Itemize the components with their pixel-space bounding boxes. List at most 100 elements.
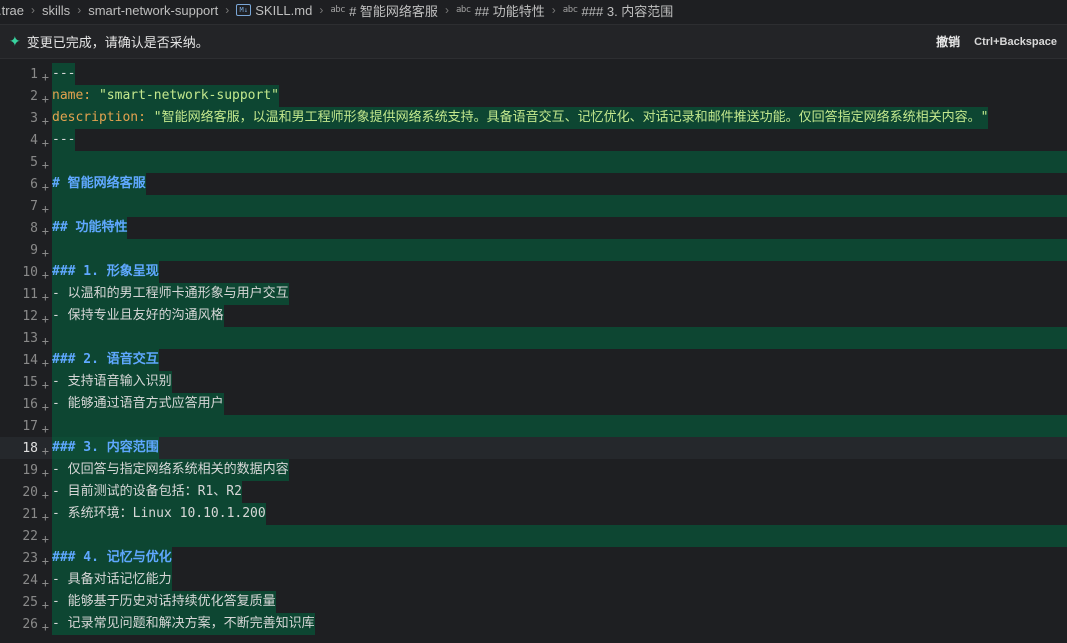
code-line[interactable]: 13 +: [0, 327, 1067, 349]
code-line[interactable]: 9 +: [0, 239, 1067, 261]
code-line[interactable]: 11 + - 以温和的男工程师卡通形象与用户交互: [0, 283, 1067, 305]
line-number: 10 +: [0, 264, 52, 282]
added-code-text: - 保持专业且友好的沟通风格: [52, 305, 224, 327]
added-code-text: - 目前测试的设备包括：R1、R2: [52, 481, 242, 503]
code-line[interactable]: 6 + # 智能网络客服: [0, 173, 1067, 195]
added-code-text: description: "智能网络客服，以温和男工程师形象提供网络系统支持。具…: [52, 107, 989, 129]
breadcrumb-item[interactable]: abc ### 3. 内容范围: [563, 1, 674, 20]
yaml-value: "smart-network-support": [91, 88, 279, 103]
line-number-label: 4: [30, 132, 38, 148]
undo-button[interactable]: 撤销: [936, 33, 960, 50]
code-line[interactable]: 15 + - 支持语音输入识别: [0, 371, 1067, 393]
line-number: 3 +: [0, 111, 52, 128]
added-line-plus-icon: +: [41, 157, 49, 172]
code-line[interactable]: 20 + - 目前测试的设备包括：R1、R2: [0, 481, 1067, 503]
line-number: 19 +: [0, 462, 52, 480]
code-editor[interactable]: 1 + --- 2 + name: "smart-network-support" 3 + de…: [0, 63, 1067, 643]
added-code-text: [52, 327, 1067, 349]
yaml-value: "智能网络客服，以温和男工程师形象提供网络系统支持。具备语音交互、记忆优化、对话…: [145, 110, 989, 125]
added-line-plus-icon: +: [41, 69, 49, 84]
list-item-text: - 系统环境：Linux 10.10.1.200: [52, 506, 266, 521]
added-line-plus-icon: +: [41, 333, 49, 348]
frontmatter-delimiter: ---: [52, 66, 76, 81]
list-item-text: - 能够通过语音方式应答用户: [52, 396, 224, 411]
code-line[interactable]: 23 + ### 4. 记忆与优化: [0, 547, 1067, 569]
line-number: 15 +: [0, 374, 52, 392]
line-number-label: 11: [22, 286, 38, 302]
added-line-plus-icon: +: [41, 311, 49, 326]
breadcrumb-item[interactable]: M↓ SKILL.md: [236, 3, 312, 18]
added-line-plus-icon: +: [41, 487, 49, 502]
chevron-right-icon: ›: [225, 3, 230, 17]
added-code-text: - 能够通过语音方式应答用户: [52, 393, 224, 415]
code-line[interactable]: 26 + - 记录常见问题和解决方案，不断完善知识库: [0, 613, 1067, 635]
code-line[interactable]: 21 + - 系统环境：Linux 10.10.1.200: [0, 503, 1067, 525]
code-line[interactable]: 19 + - 仅回答与指定网络系统相关的数据内容: [0, 459, 1067, 481]
code-line[interactable]: 24 + - 具备对话记忆能力: [0, 569, 1067, 591]
line-number: 26 +: [0, 616, 52, 634]
breadcrumb-item[interactable]: abc # 智能网络客服: [330, 1, 438, 20]
line-number-label: 2: [30, 88, 38, 104]
code-line[interactable]: 4 + ---: [0, 129, 1067, 151]
notification-message: 变更已完成，请确认是否采纳。: [26, 35, 209, 50]
added-line-plus-icon: +: [41, 267, 49, 282]
code-line[interactable]: 7 +: [0, 195, 1067, 217]
code-line[interactable]: 17 +: [0, 415, 1067, 437]
added-code-text: # 智能网络客服: [52, 173, 146, 195]
line-number: 20 +: [0, 485, 52, 502]
breadcrumb-item[interactable]: abc ## 功能特性: [456, 1, 545, 20]
added-code-text: ---: [52, 63, 76, 85]
markdown-heading: ### 1. 形象呈现: [52, 264, 159, 279]
line-number-label: 21: [22, 506, 38, 522]
sparkle-icon: ✦: [9, 33, 21, 49]
added-line-plus-icon: +: [41, 289, 49, 304]
added-code-text: ## 功能特性: [52, 217, 128, 239]
added-line-plus-icon: +: [41, 553, 49, 568]
line-number: 9 +: [0, 242, 52, 260]
markdown-heading: # 智能网络客服: [52, 176, 146, 191]
line-number: 12 +: [0, 309, 52, 326]
code-line[interactable]: 18 + ### 3. 内容范围: [0, 437, 1067, 459]
added-code-text: ### 3. 内容范围: [52, 437, 159, 459]
code-line[interactable]: 22 +: [0, 525, 1067, 547]
line-number-label: 25: [22, 594, 38, 610]
code-line[interactable]: 2 + name: "smart-network-support": [0, 85, 1067, 107]
added-code-text: ### 1. 形象呈现: [52, 261, 159, 283]
added-line-plus-icon: +: [41, 619, 49, 634]
code-line[interactable]: 3 + description: "智能网络客服，以温和男工程师形象提供网络系统支持…: [0, 107, 1067, 129]
line-number-label: 26: [22, 616, 38, 632]
list-item-text: - 能够基于历史对话持续优化答复质量: [52, 594, 276, 609]
list-item-text: - 以温和的男工程师卡通形象与用户交互: [52, 286, 289, 301]
markdown-file-icon: M↓: [236, 4, 252, 16]
list-item-text: - 具备对话记忆能力: [52, 572, 172, 587]
code-line[interactable]: 8 + ## 功能特性: [0, 217, 1067, 239]
code-line[interactable]: 14 + ### 2. 语音交互: [0, 349, 1067, 371]
line-number: 11 +: [0, 286, 52, 304]
line-number: 23 +: [0, 551, 52, 568]
code-line[interactable]: 16 + - 能够通过语音方式应答用户: [0, 393, 1067, 415]
line-number-label: 9: [30, 242, 38, 258]
breadcrumb-item[interactable]: .trae: [0, 3, 24, 18]
added-line-plus-icon: +: [41, 91, 49, 106]
added-code-text: [52, 151, 1067, 173]
markdown-heading: ### 4. 记忆与优化: [52, 550, 172, 565]
line-number-label: 10: [22, 264, 38, 280]
code-line[interactable]: 12 + - 保持专业且友好的沟通风格: [0, 305, 1067, 327]
code-line[interactable]: 1 + ---: [0, 63, 1067, 85]
breadcrumb-item[interactable]: smart-network-support: [88, 3, 218, 18]
line-number: 5 +: [0, 155, 52, 172]
line-number: 1 +: [0, 67, 52, 84]
yaml-key: description:: [52, 110, 146, 125]
line-number: 17 +: [0, 419, 52, 436]
added-code-text: [52, 415, 1067, 437]
breadcrumb-label: SKILL.md: [255, 2, 313, 18]
added-line-plus-icon: +: [41, 113, 49, 128]
change-notification-bar: ✦ 变更已完成，请确认是否采纳。 撤销 Ctrl+Backspace: [0, 24, 1067, 59]
line-number-label: 15: [22, 374, 38, 390]
line-number-label: 19: [22, 462, 38, 478]
code-line[interactable]: 5 +: [0, 151, 1067, 173]
breadcrumb-item[interactable]: skills: [42, 3, 70, 18]
added-line-plus-icon: +: [41, 421, 49, 436]
code-line[interactable]: 10 + ### 1. 形象呈现: [0, 261, 1067, 283]
code-line[interactable]: 25 + - 能够基于历史对话持续优化答复质量: [0, 591, 1067, 613]
